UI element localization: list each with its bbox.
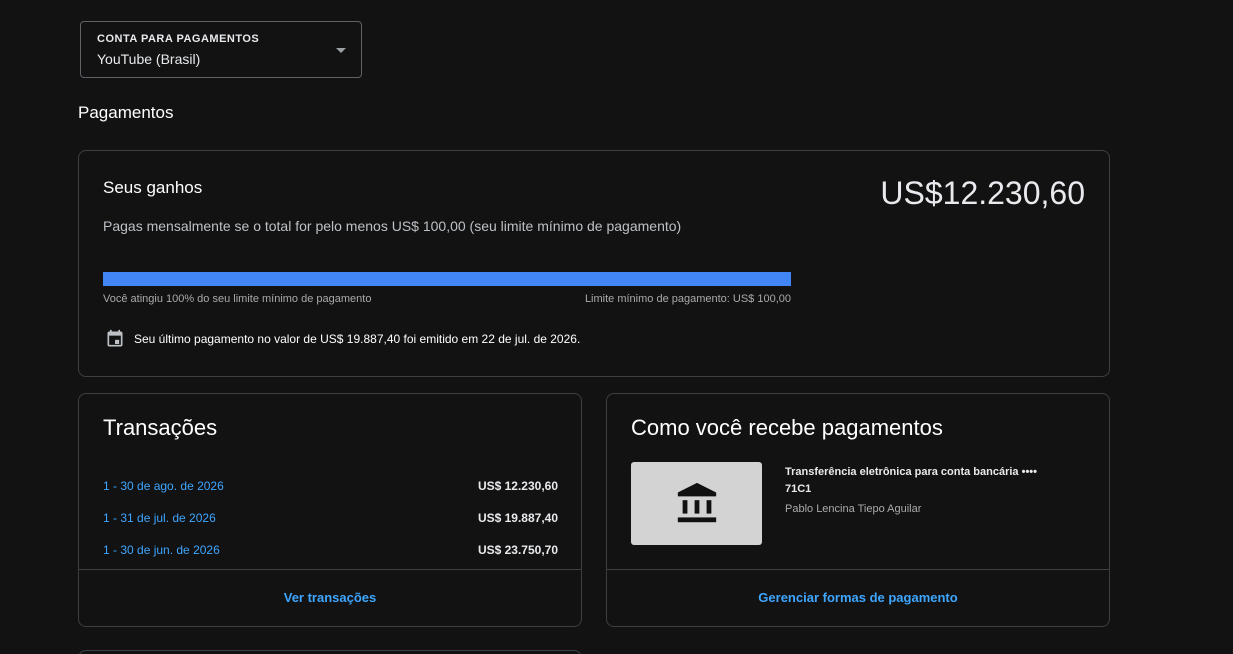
- chevron-down-icon: [336, 48, 346, 53]
- earnings-amount: US$12.230,60: [880, 175, 1085, 211]
- transaction-amount: US$ 19.887,40: [477, 511, 558, 525]
- next-card-edge: [78, 650, 582, 654]
- account-select-label: CONTA PARA PAGAMENTOS: [97, 33, 260, 45]
- threshold-limit-text: Limite mínimo de pagamento: US$ 100,00: [584, 293, 791, 305]
- threshold-progress-fill: [103, 272, 791, 286]
- table-row: 1 - 30 de ago. de 2026 US$ 12.230,60: [103, 470, 558, 502]
- account-select-value: YouTube (Brasil): [97, 51, 201, 67]
- calendar-icon: [107, 329, 123, 347]
- transactions-card: Transações 1 - 30 de ago. de 2026 US$ 12…: [78, 393, 582, 627]
- table-row: 1 - 30 de jun. de 2026 US$ 23.750,70: [103, 534, 558, 566]
- view-transactions-button[interactable]: Ver transações: [79, 590, 581, 605]
- earnings-description: Pagas mensalmente se o total for pelo me…: [103, 218, 682, 234]
- payment-method-name: Transferência eletrônica para conta banc…: [785, 466, 1038, 495]
- transaction-period-link[interactable]: 1 - 31 de jul. de 2026: [103, 511, 216, 525]
- transaction-period-link[interactable]: 1 - 30 de jun. de 2026: [103, 543, 220, 557]
- transaction-amount: US$ 12.230,60: [477, 479, 558, 493]
- last-payment-notice: Seu último pagamento no valor de US$ 19.…: [105, 329, 580, 349]
- bank-icon: [677, 482, 716, 522]
- account-owner-name: Pablo Lencina Tiepo Aguilar: [785, 503, 922, 515]
- page-title: Pagamentos: [78, 103, 174, 122]
- threshold-progress-bar: [103, 272, 791, 286]
- divider: [79, 569, 581, 570]
- earnings-title: Seus ganhos: [103, 178, 203, 197]
- transactions-title: Transações: [103, 415, 218, 440]
- table-row: 1 - 31 de jul. de 2026 US$ 19.887,40: [103, 502, 558, 534]
- earnings-card: Seus ganhos US$12.230,60 Pagas mensalmen…: [78, 150, 1110, 377]
- payment-method-card: Como você recebe pagamentos Transferênci…: [606, 393, 1110, 627]
- last-payment-text: Seu último pagamento no valor de US$ 19.…: [134, 332, 581, 346]
- divider: [607, 569, 1109, 570]
- transaction-amount: US$ 23.750,70: [477, 543, 558, 557]
- payment-method-title: Como você recebe pagamentos: [631, 415, 943, 440]
- payment-account-select[interactable]: CONTA PARA PAGAMENTOS YouTube (Brasil): [80, 21, 362, 78]
- transaction-period-link[interactable]: 1 - 30 de ago. de 2026: [103, 479, 224, 493]
- payments-page: CONTA PARA PAGAMENTOS YouTube (Brasil) P…: [0, 0, 1233, 654]
- transactions-list: 1 - 30 de ago. de 2026 US$ 12.230,60 1 -…: [103, 470, 558, 566]
- bank-tile: [631, 462, 762, 545]
- manage-payment-methods-button[interactable]: Gerenciar formas de pagamento: [607, 590, 1109, 605]
- progress-status-text: Você atingiu 100% do seu limite mínimo d…: [103, 293, 372, 305]
